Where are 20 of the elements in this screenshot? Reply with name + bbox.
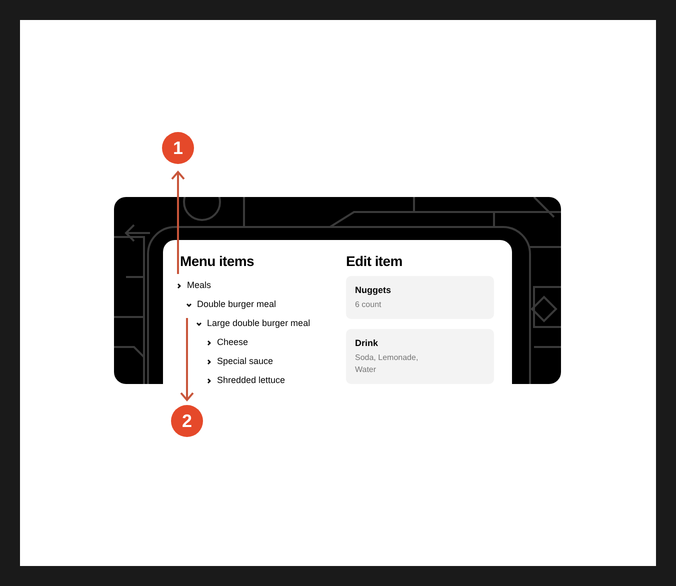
section-heading: Edit item	[346, 252, 404, 270]
chevron-icon[interactable]	[186, 302, 192, 308]
tree-item[interactable]: Meals	[187, 278, 212, 292]
tree-item[interactable]: Shredded lettuce	[217, 374, 286, 384]
item-card[interactable]: Drink Soda, Lemonade, Water	[346, 329, 494, 384]
tree-item[interactable]: Special sauce	[217, 354, 274, 368]
chevron-icon[interactable]	[206, 378, 212, 384]
tree-item[interactable]: Cheese	[217, 336, 248, 350]
item-detail: 6 count	[355, 299, 382, 311]
chevron-icon[interactable]	[206, 340, 212, 346]
section-heading: Menu items	[180, 252, 256, 270]
item-card[interactable]: Nuggets 6 count	[346, 276, 494, 319]
item-name: Drink	[355, 337, 380, 349]
chevron-icon[interactable]	[196, 320, 202, 326]
chevron-icon[interactable]	[176, 282, 182, 288]
tree-item[interactable]: Double burger meal	[197, 298, 276, 312]
item-name: Nuggets	[355, 284, 392, 296]
chevron-icon[interactable]	[206, 358, 212, 364]
item-detail: Soda, Lemonade, Water	[355, 352, 420, 376]
tree-item[interactable]: Large double burger meal	[207, 316, 310, 330]
